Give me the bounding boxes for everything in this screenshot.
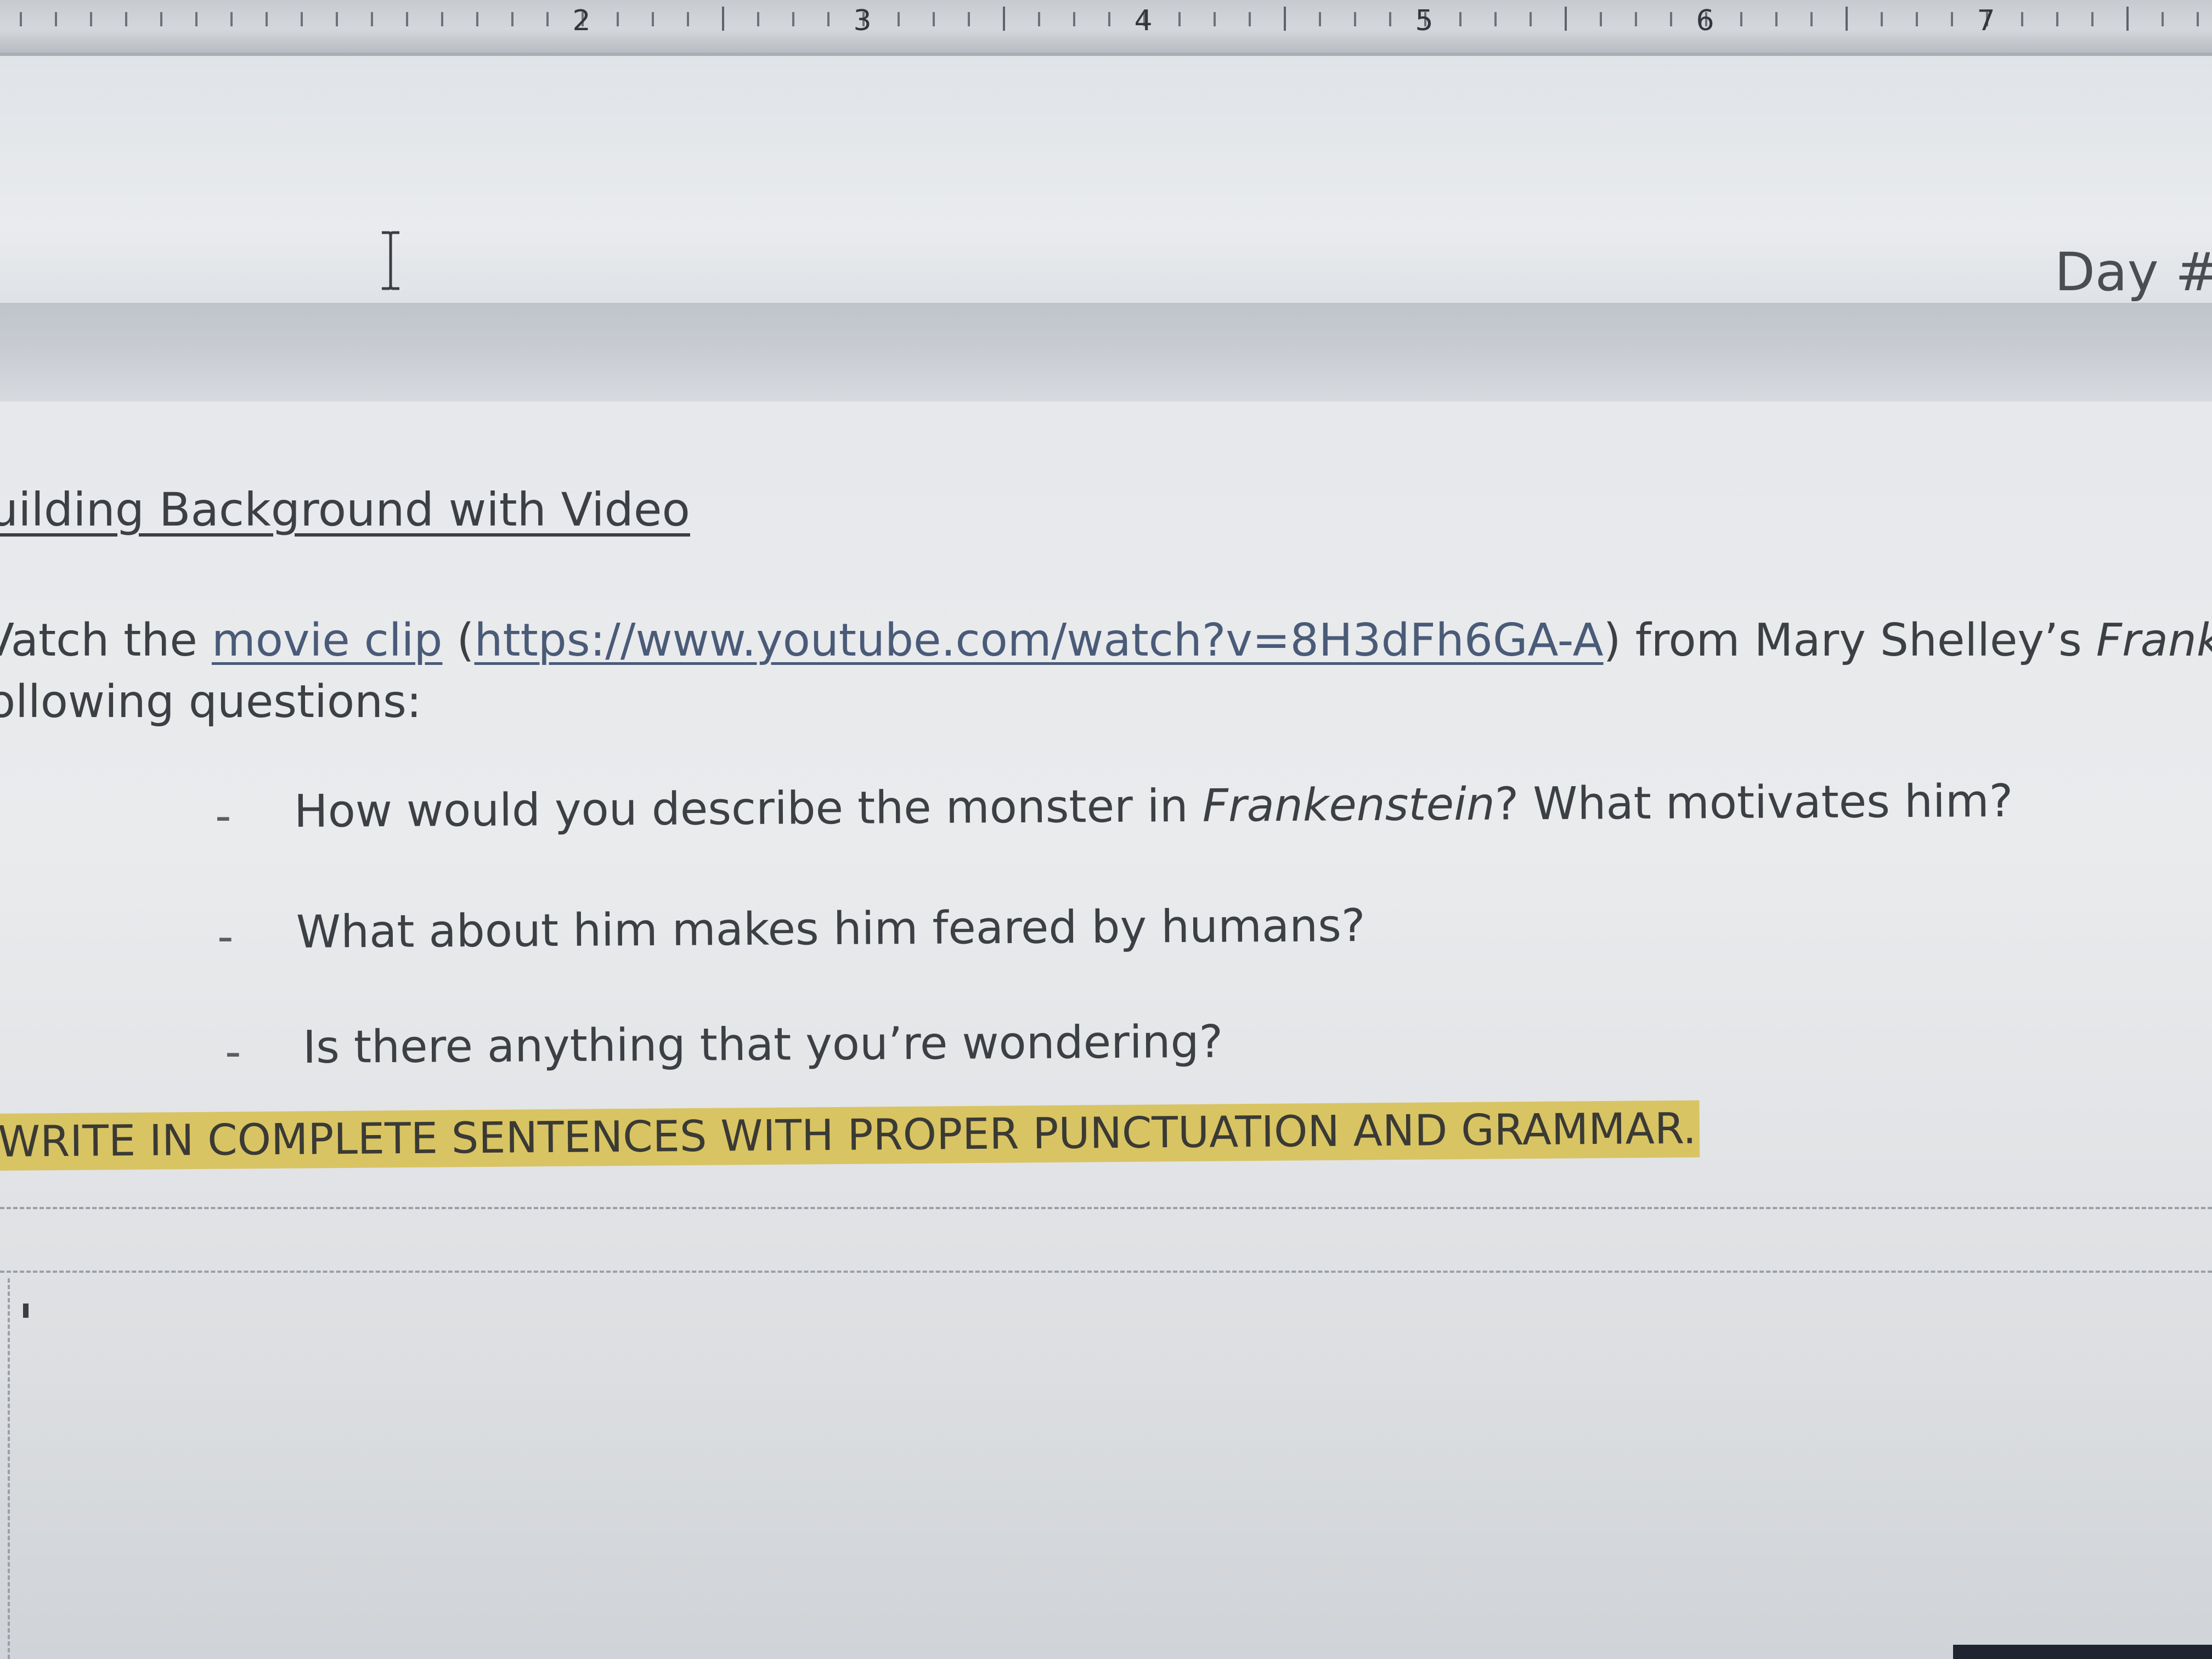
movie-clip-link[interactable]: movie clip <box>212 614 443 667</box>
bullet-dash: - <box>225 1026 241 1078</box>
instructions-paragraph-line-1: Vatch the movie clip (https://www.youtub… <box>0 614 2212 667</box>
ruler-tick <box>2162 12 2164 26</box>
ruler-number: 5 <box>1415 4 1434 37</box>
ruler-tick <box>1389 12 1391 26</box>
ruler-tick <box>336 12 338 26</box>
ruler-tick <box>1951 12 1953 26</box>
ruler-tick <box>1038 12 1040 26</box>
youtube-url-link[interactable]: https://www.youtube.com/watch?v=8H3dFh6G… <box>475 614 1604 667</box>
ruler-tick <box>20 12 22 26</box>
i-beam-cursor-icon <box>382 231 399 290</box>
ruler-tick <box>90 12 92 26</box>
paragraph-text: Vatch the <box>0 614 212 667</box>
instructions-paragraph-line-2: ollowing questions: <box>0 676 422 728</box>
question-text: Is there anything that you’re wondering? <box>302 1015 1223 1074</box>
ruler-tick <box>2091 12 2094 26</box>
ruler-tick <box>1214 12 1216 26</box>
ruler-major-tick <box>1846 7 1848 31</box>
ruler-tick <box>1810 12 1813 26</box>
ruler-major-tick <box>1003 7 1005 31</box>
ruler-tick <box>1354 12 1356 26</box>
ruler-major-tick <box>1284 7 1286 31</box>
ruler-tick <box>160 12 162 26</box>
ruler-tick <box>511 12 514 26</box>
ruler-number: 3 <box>853 4 872 37</box>
ruler-tick <box>546 12 549 26</box>
ruler-tick <box>2021 12 2023 26</box>
section-heading: uilding Background with Video <box>0 483 690 537</box>
document-editor-window: 2 3 4 5 6 7 Day #5 uilding Background with Vi… <box>0 0 2212 1659</box>
ruler-number: 6 <box>1696 4 1714 37</box>
ruler-tick <box>1635 12 1637 26</box>
ruler-tick <box>1670 12 1672 26</box>
taskbar-edge <box>1953 1645 2212 1659</box>
ruler-tick <box>2056 12 2058 26</box>
ruler-tick <box>1740 12 1742 26</box>
ruler-number: 2 <box>572 4 591 37</box>
ruler-tick <box>266 12 268 26</box>
ruler-number: 4 <box>1134 4 1153 37</box>
ruler-tick <box>898 12 900 26</box>
ruler-tick <box>230 12 233 26</box>
ruler-tick <box>476 12 478 26</box>
ruler-tick <box>1108 12 1110 26</box>
ruler-tick <box>1178 12 1181 26</box>
ruler-major-tick <box>722 7 724 31</box>
question-text: What about him makes him feared by human… <box>296 900 1365 958</box>
ruler-major-tick <box>2126 7 2129 31</box>
ruler-tick <box>371 12 373 26</box>
table-top-border <box>0 1271 2212 1273</box>
horizontal-ruler[interactable]: 2 3 4 5 6 7 <box>0 0 2212 56</box>
question-text: How would you describe the monster in <box>294 780 1203 838</box>
ruler-tick <box>1319 12 1321 26</box>
ruler-tick <box>55 12 57 26</box>
question-list-item: Is there anything that you’re wondering? <box>303 1016 1223 1074</box>
ruler-tick <box>2197 12 2199 26</box>
ruler-tick <box>1249 12 1251 26</box>
table-left-border <box>8 1278 10 1659</box>
ruler-tick <box>827 12 830 26</box>
bullet-dash: - <box>215 790 232 842</box>
question-text: ? What motivates him? <box>1494 775 2013 831</box>
ruler-tick <box>1459 12 1462 26</box>
ruler-tick <box>652 12 654 26</box>
ruler-tick <box>1916 12 1918 26</box>
ruler-major-tick <box>1565 7 1567 31</box>
ruler-tick <box>125 12 127 26</box>
paragraph-text: ) from Mary Shelley’s <box>1603 614 2096 667</box>
bullet-dash: - <box>217 911 234 963</box>
section-break-line <box>0 1207 2212 1209</box>
ruler-tick <box>933 12 935 26</box>
ruler-tick <box>1775 12 1778 26</box>
ruler-tick <box>1530 12 1532 26</box>
ruler-tick <box>406 12 408 26</box>
page-header-area[interactable] <box>0 56 2212 303</box>
text-insertion-marker[interactable] <box>23 1304 29 1318</box>
header-day-label: Day #5 <box>2055 241 2212 303</box>
ruler-tick <box>687 12 689 26</box>
ruler-tick <box>1600 12 1602 26</box>
ruler-tick <box>441 12 443 26</box>
ruler-tick <box>1494 12 1497 26</box>
ruler-tick <box>968 12 970 26</box>
question-list-item: How would you describe the monster in Fr… <box>294 775 2013 838</box>
paragraph-text: ( <box>442 614 475 667</box>
ruler-tick <box>617 12 619 26</box>
ruler-tick <box>301 12 303 26</box>
ruler-tick <box>195 12 198 26</box>
question-italic-title: Frankenstein <box>1202 778 1496 832</box>
ruler-tick <box>1073 12 1075 26</box>
ruler-number: 7 <box>1977 4 1995 37</box>
question-list-item: What about him makes him feared by human… <box>296 900 1365 958</box>
ruler-tick <box>757 12 759 26</box>
ruler-tick <box>1881 12 1883 26</box>
ruler-tick <box>792 12 794 26</box>
book-title-italic: Frankenst <box>2096 614 2212 667</box>
page-separator <box>0 303 2212 402</box>
